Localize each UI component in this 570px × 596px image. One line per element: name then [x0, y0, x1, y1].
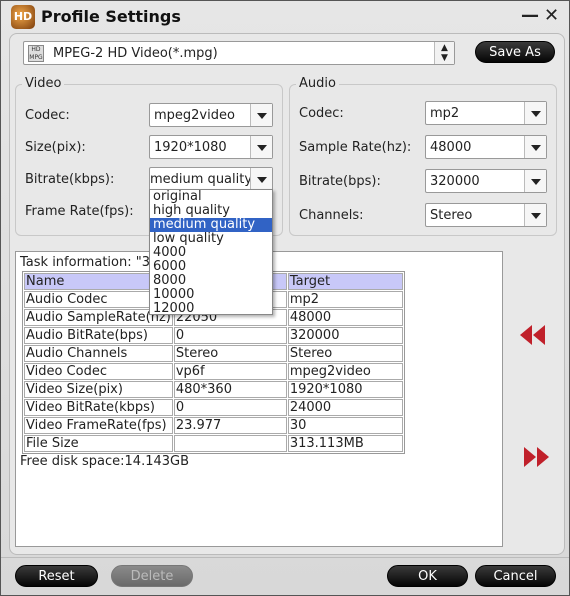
chevron-down-icon[interactable]	[524, 102, 546, 124]
minimize-button[interactable]: —	[521, 7, 539, 25]
table-cell	[173, 435, 287, 452]
window-title: Profile Settings	[41, 7, 181, 26]
audio-channels-label: Channels:	[299, 208, 364, 223]
table-cell: 480*360	[173, 381, 287, 398]
table-row: File Size 313.113MB	[24, 435, 403, 452]
audio-bitrate-select[interactable]: 320000	[425, 169, 547, 193]
table-cell: Video BitRate(kbps)	[24, 399, 173, 416]
table-cell: 313.113MB	[287, 435, 403, 452]
table-cell: 30	[287, 417, 403, 434]
chevron-down-icon[interactable]	[250, 136, 272, 158]
dropdown-option-selected[interactable]: medium quality	[150, 218, 272, 232]
video-size-select[interactable]: 1920*1080	[149, 135, 273, 159]
profile-select[interactable]: HD MPG MPEG-2 HD Video(*.mpg) ▲ ▼	[23, 41, 455, 65]
video-bitrate-select[interactable]: medium quality	[149, 167, 273, 191]
table-cell: Stereo	[173, 345, 287, 362]
chevron-down-icon[interactable]	[524, 204, 546, 226]
table-cell: mpeg2video	[287, 363, 403, 380]
profile-value: MPEG-2 HD Video(*.mpg)	[53, 46, 218, 61]
table-row: Video FrameRate(fps) 23.977 30	[24, 417, 403, 434]
cancel-button[interactable]: Cancel	[475, 565, 556, 587]
table-cell: 1920*1080	[287, 381, 403, 398]
table-cell: 48000	[287, 309, 403, 326]
chevron-down-icon[interactable]	[524, 136, 546, 158]
table-cell: Video Codec	[24, 363, 173, 380]
table-row: Audio BitRate(bps) 0 320000	[24, 327, 403, 344]
audio-codec-value: mp2	[430, 106, 460, 121]
table-cell: mp2	[287, 291, 403, 308]
free-disk-space: Free disk space:14.143GB	[20, 454, 190, 469]
audio-channels-value: Stereo	[430, 208, 473, 223]
table-cell: 24000	[287, 399, 403, 416]
double-right-arrow-icon[interactable]	[524, 447, 550, 467]
audio-codec-select[interactable]: mp2	[425, 101, 547, 125]
mpg-file-icon: HD MPG	[28, 45, 44, 62]
video-group-label: Video	[22, 76, 65, 91]
dropdown-option[interactable]: 12000	[150, 302, 272, 316]
table-row: Video Codec vp6f mpeg2video	[24, 363, 403, 380]
close-button[interactable]: ✕	[544, 7, 559, 25]
footer-divider	[1, 557, 569, 558]
column-header: Target	[287, 273, 403, 290]
table-cell: Video Size(pix)	[24, 381, 173, 398]
audio-group-label: Audio	[296, 76, 339, 91]
table-cell: Stereo	[287, 345, 403, 362]
table-row: Video BitRate(kbps) 0 24000	[24, 399, 403, 416]
dropdown-option[interactable]: 4000	[150, 246, 272, 260]
reset-button[interactable]: Reset	[15, 565, 98, 587]
chevron-down-icon[interactable]	[524, 170, 546, 192]
audio-samplerate-label: Sample Rate(hz):	[299, 140, 412, 155]
table-cell: Audio BitRate(bps)	[24, 327, 173, 344]
video-bitrate-value: medium quality	[150, 172, 253, 187]
chevron-down-icon[interactable]	[250, 168, 272, 190]
table-cell: 320000	[287, 327, 403, 344]
audio-samplerate-value: 48000	[430, 140, 472, 155]
audio-bitrate-label: Bitrate(bps):	[299, 174, 381, 189]
video-codec-value: mpeg2video	[154, 108, 235, 123]
dropdown-option[interactable]: 8000	[150, 274, 272, 288]
table-cell: 0	[173, 327, 287, 344]
table-cell: Audio Channels	[24, 345, 173, 362]
table-cell: vp6f	[173, 363, 287, 380]
delete-button[interactable]: Delete	[111, 565, 193, 587]
dropdown-option[interactable]: 10000	[150, 288, 272, 302]
video-size-label: Size(pix):	[25, 140, 86, 155]
video-framerate-label: Frame Rate(fps):	[25, 204, 134, 219]
profile-settings-window: HD Profile Settings — ✕ HD MPG MPEG-2 HD…	[0, 0, 570, 596]
table-row: Video Size(pix) 480*360 1920*1080	[24, 381, 403, 398]
table-cell: Video FrameRate(fps)	[24, 417, 173, 434]
bitrate-dropdown-list[interactable]: original high quality medium quality low…	[149, 189, 273, 316]
video-size-value: 1920*1080	[154, 140, 227, 155]
app-logo-icon: HD	[11, 5, 35, 29]
table-cell: File Size	[24, 435, 173, 452]
title-bar[interactable]: HD Profile Settings — ✕	[1, 1, 569, 33]
save-as-button[interactable]: Save As	[475, 41, 555, 63]
table-cell: 23.977	[173, 417, 287, 434]
dropdown-option[interactable]: 6000	[150, 260, 272, 274]
spinner-icon[interactable]: ▲ ▼	[434, 42, 454, 64]
video-bitrate-label: Bitrate(kbps):	[25, 172, 115, 187]
video-codec-select[interactable]: mpeg2video	[149, 103, 273, 127]
video-codec-label: Codec:	[25, 108, 70, 123]
dropdown-option[interactable]: high quality	[150, 204, 272, 218]
ok-button[interactable]: OK	[387, 565, 468, 587]
task-info-title: Task information: "3	[20, 255, 150, 270]
double-left-arrow-icon[interactable]	[520, 325, 546, 345]
table-row: Audio Channels Stereo Stereo	[24, 345, 403, 362]
table-cell: 0	[173, 399, 287, 416]
audio-bitrate-value: 320000	[430, 174, 480, 189]
audio-samplerate-select[interactable]: 48000	[425, 135, 547, 159]
chevron-down-icon[interactable]	[250, 104, 272, 126]
audio-codec-label: Codec:	[299, 106, 344, 121]
dropdown-option[interactable]: low quality	[150, 232, 272, 246]
audio-channels-select[interactable]: Stereo	[425, 203, 547, 227]
dropdown-option[interactable]: original	[150, 190, 272, 204]
